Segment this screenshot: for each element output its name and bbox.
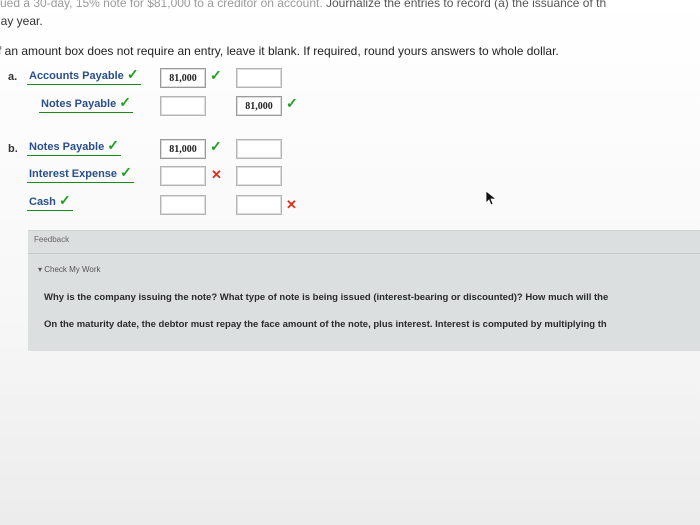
check-icon: ✓ — [210, 138, 222, 154]
instructions-text: f an amount box does not require an entr… — [0, 44, 559, 58]
check-icon: ✓ — [119, 94, 131, 110]
entry-a-label: a. — [8, 71, 18, 83]
check-icon: ✓ — [126, 66, 139, 82]
cross-icon: ✕ — [286, 197, 297, 212]
feedback-label: Feedback — [34, 235, 70, 244]
entry-b-debit-3[interactable] — [160, 195, 206, 215]
feedback-question-2: On the maturity date, the debtor must re… — [44, 319, 607, 330]
entry-b-account-1[interactable]: Notes Payable ✓ — [27, 137, 121, 156]
account-name: Cash — [29, 196, 56, 208]
feedback-divider — [28, 253, 700, 254]
cross-icon: ✕ — [211, 167, 222, 182]
entry-a-debit-2[interactable] — [160, 96, 206, 116]
entry-a-account-1[interactable]: Accounts Payable ✓ — [27, 66, 141, 85]
check-my-work-toggle[interactable]: ▾ Check My Work — [38, 265, 101, 274]
account-name: Notes Payable — [29, 141, 105, 153]
day-year-text: lay year. — [0, 14, 43, 28]
problem-statement: ued a 30-day, 15% note for $81,000 to a … — [0, 0, 607, 10]
check-icon: ✓ — [286, 95, 298, 111]
check-icon: ✓ — [210, 67, 222, 83]
check-icon: ✓ — [58, 192, 71, 208]
entry-b-debit-2[interactable] — [160, 166, 206, 186]
entry-b-account-3[interactable]: Cash ✓ — [27, 192, 73, 211]
entry-a-debit-1[interactable]: 81,000 — [160, 68, 206, 88]
entry-b-credit-1[interactable] — [236, 139, 282, 159]
entry-b-credit-2[interactable] — [236, 166, 282, 186]
entry-b-debit-1[interactable]: 81,000 — [160, 139, 206, 159]
account-name: Accounts Payable — [29, 70, 124, 82]
check-icon: ✓ — [120, 164, 132, 180]
account-name: Interest Expense — [29, 168, 118, 180]
entry-a-account-2[interactable]: Notes Payable ✓ — [39, 94, 133, 113]
feedback-panel — [28, 230, 700, 351]
entry-b-account-2[interactable]: Interest Expense ✓ — [27, 164, 134, 183]
check-icon: ✓ — [107, 137, 119, 153]
entry-a-credit-1[interactable] — [236, 68, 282, 88]
entry-a-credit-2[interactable]: 81,000 — [236, 96, 282, 116]
entry-b-credit-3[interactable] — [236, 195, 282, 215]
entry-b-label: b. — [8, 143, 18, 155]
account-name: Notes Payable — [41, 98, 117, 110]
feedback-question-1: Why is the company issuing the note? Wha… — [44, 292, 609, 303]
